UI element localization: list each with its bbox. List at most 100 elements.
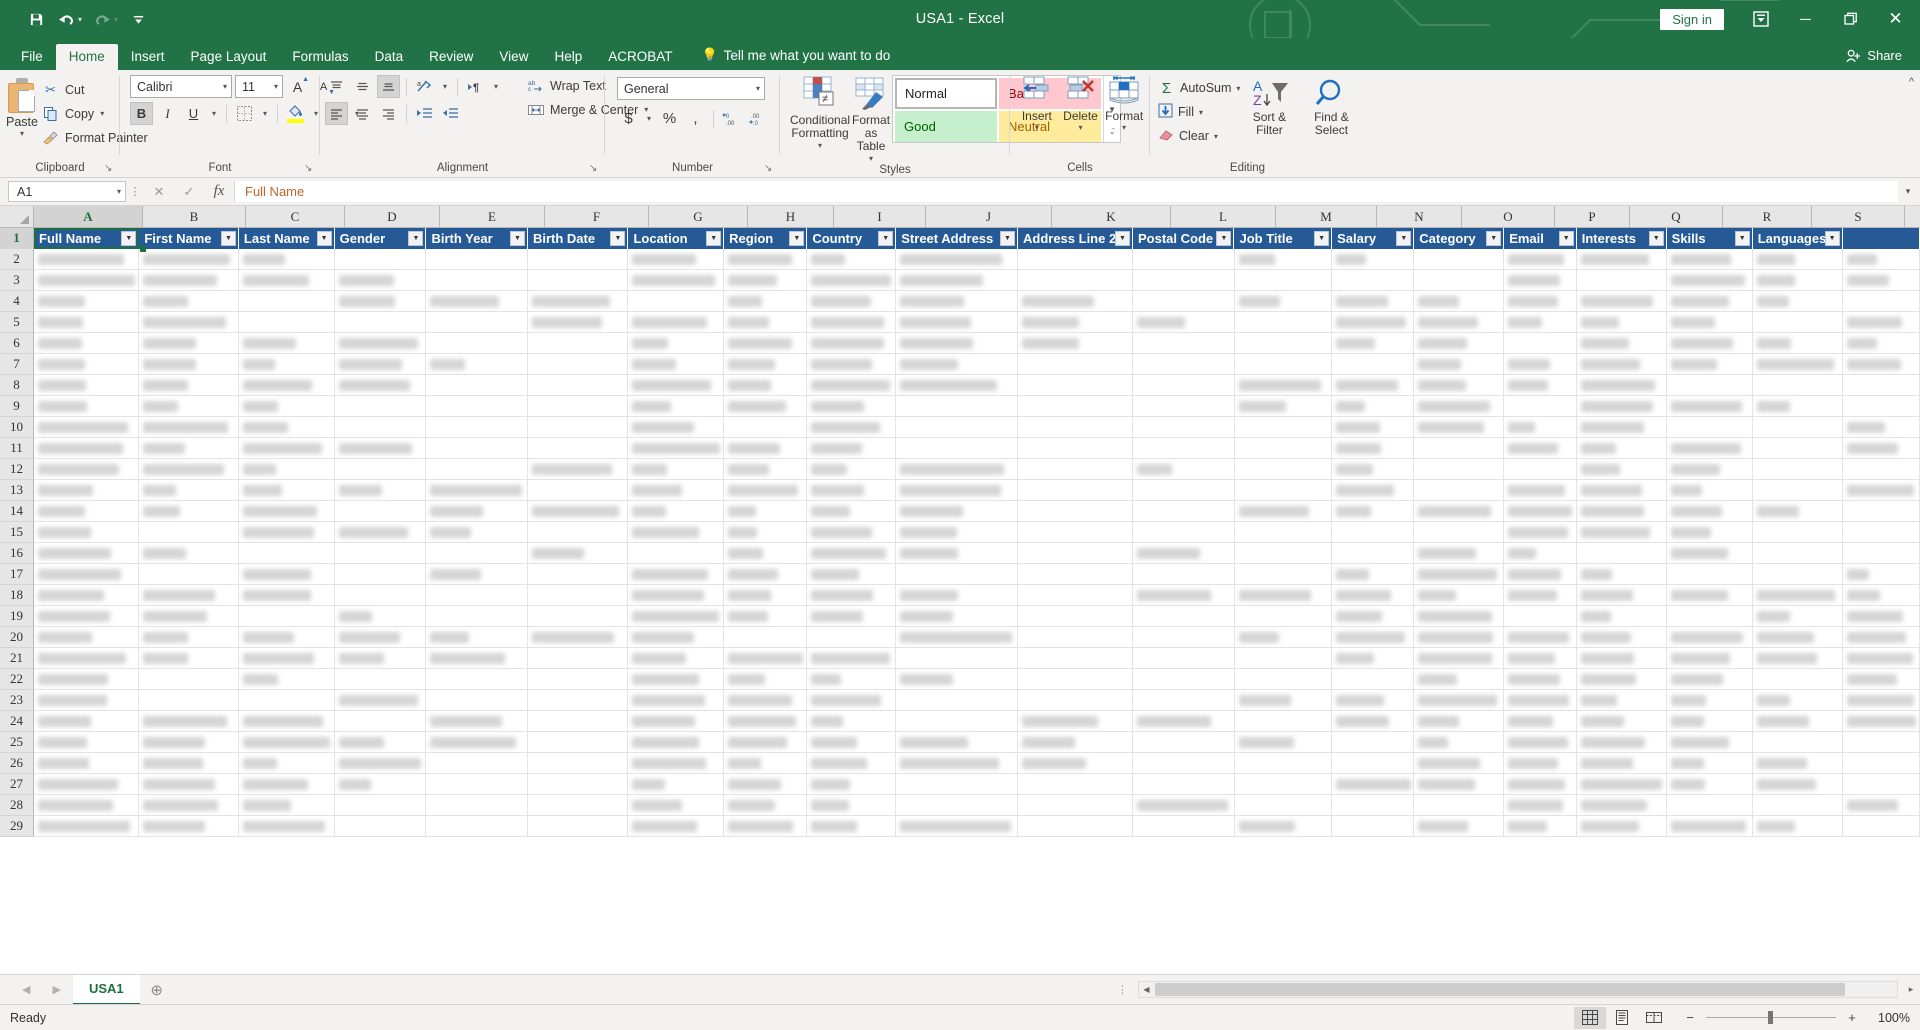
cell-F11[interactable] xyxy=(528,438,629,458)
cell-D19[interactable] xyxy=(335,606,427,626)
cell-K28[interactable] xyxy=(1018,795,1134,815)
header-cell-F1[interactable]: Birth Date ▼ xyxy=(527,228,629,249)
cell-P14[interactable] xyxy=(1504,501,1577,521)
cell-M7[interactable] xyxy=(1235,354,1333,374)
cell-O4[interactable] xyxy=(1414,291,1505,311)
cell-C6[interactable] xyxy=(239,333,335,353)
scroll-right-icon[interactable]: ▸ xyxy=(1902,984,1920,995)
cell-H4[interactable] xyxy=(724,291,808,311)
cell-A8[interactable] xyxy=(34,375,140,395)
cell-I21[interactable] xyxy=(807,648,897,668)
cell-J17[interactable] xyxy=(896,564,1019,584)
cell-P29[interactable] xyxy=(1504,816,1577,836)
cell-F10[interactable] xyxy=(528,417,629,437)
cell-P20[interactable] xyxy=(1504,627,1577,647)
cell-S7[interactable] xyxy=(1753,354,1843,374)
cell-O18[interactable] xyxy=(1414,585,1505,605)
row-header-20[interactable]: 20 xyxy=(0,627,34,648)
table-row[interactable] xyxy=(34,375,1920,396)
cell-I3[interactable] xyxy=(807,270,897,290)
cell-Q11[interactable] xyxy=(1577,438,1667,458)
column-header-N[interactable]: N xyxy=(1377,206,1462,228)
cell-S15[interactable] xyxy=(1753,522,1843,542)
cell-S8[interactable] xyxy=(1753,375,1843,395)
cell-P13[interactable] xyxy=(1504,480,1577,500)
cell-R15[interactable] xyxy=(1667,522,1753,542)
cell-S6[interactable] xyxy=(1753,333,1843,353)
table-row[interactable] xyxy=(34,312,1920,333)
table-row[interactable] xyxy=(34,648,1920,669)
insert-dropdown-caret[interactable]: ▾ xyxy=(1035,123,1039,132)
cell-G18[interactable] xyxy=(628,585,725,605)
cell-O6[interactable] xyxy=(1414,333,1505,353)
cell-F26[interactable] xyxy=(528,753,629,773)
cell-partial-9[interactable] xyxy=(1843,396,1920,416)
cell-I17[interactable] xyxy=(807,564,897,584)
cell-F9[interactable] xyxy=(528,396,629,416)
cell-O21[interactable] xyxy=(1414,648,1505,668)
cell-N16[interactable] xyxy=(1332,543,1415,563)
delete-cells-button[interactable]: Delete ▾ xyxy=(1060,75,1102,132)
chevron-down-icon[interactable]: ▾ xyxy=(750,84,760,93)
cell-S10[interactable] xyxy=(1753,417,1843,437)
cell-partial-14[interactable] xyxy=(1843,501,1920,521)
cell-R21[interactable] xyxy=(1667,648,1753,668)
cell-Q19[interactable] xyxy=(1577,606,1667,626)
cell-B3[interactable] xyxy=(139,270,239,290)
cell-R17[interactable] xyxy=(1667,564,1753,584)
cell-P5[interactable] xyxy=(1504,312,1577,332)
header-cell-P1[interactable]: Email ▼ xyxy=(1504,228,1577,249)
table-row[interactable] xyxy=(34,690,1920,711)
cell-M27[interactable] xyxy=(1235,774,1333,794)
cell-Q13[interactable] xyxy=(1577,480,1667,500)
cell-L18[interactable] xyxy=(1133,585,1235,605)
chevron-down-icon[interactable]: ▾ xyxy=(117,187,121,196)
cell-H11[interactable] xyxy=(724,438,808,458)
cell-C25[interactable] xyxy=(239,732,335,752)
cell-partial-23[interactable] xyxy=(1843,690,1920,710)
cell-I10[interactable] xyxy=(807,417,897,437)
cell-H12[interactable] xyxy=(724,459,808,479)
cell-N24[interactable] xyxy=(1332,711,1415,731)
paste-dropdown-caret[interactable]: ▾ xyxy=(20,129,24,138)
cell-R16[interactable] xyxy=(1667,543,1753,563)
cell-O14[interactable] xyxy=(1414,501,1505,521)
font-dialog-launcher[interactable]: ↘ xyxy=(304,163,315,174)
cell-H5[interactable] xyxy=(724,312,808,332)
row-header-15[interactable]: 15 xyxy=(0,522,34,543)
cell-D16[interactable] xyxy=(335,543,427,563)
font-name-combo[interactable]: Calibri ▾ xyxy=(130,75,232,98)
cell-M21[interactable] xyxy=(1235,648,1333,668)
cell-H22[interactable] xyxy=(724,669,808,689)
cell-N5[interactable] xyxy=(1332,312,1415,332)
cell-E2[interactable] xyxy=(426,249,528,269)
cell-R5[interactable] xyxy=(1667,312,1753,332)
cell-G16[interactable] xyxy=(628,543,725,563)
cell-F4[interactable] xyxy=(528,291,629,311)
underline-dropdown-caret[interactable]: ▾ xyxy=(208,102,220,125)
cell-partial-18[interactable] xyxy=(1843,585,1920,605)
cell-D13[interactable] xyxy=(335,480,427,500)
cell-B9[interactable] xyxy=(139,396,239,416)
undo-dropdown-caret[interactable]: ▾ xyxy=(78,15,82,24)
cell-B26[interactable] xyxy=(139,753,239,773)
column-header-E[interactable]: E xyxy=(440,206,545,228)
tab-help[interactable]: Help xyxy=(541,44,595,71)
cell-C17[interactable] xyxy=(239,564,335,584)
next-sheet-icon[interactable]: ▶ xyxy=(52,983,60,996)
cell-G7[interactable] xyxy=(628,354,725,374)
cell-R25[interactable] xyxy=(1667,732,1753,752)
cell-K18[interactable] xyxy=(1018,585,1134,605)
cell-C11[interactable] xyxy=(239,438,335,458)
cell-B15[interactable] xyxy=(139,522,239,542)
cell-R18[interactable] xyxy=(1667,585,1753,605)
cell-Q24[interactable] xyxy=(1577,711,1667,731)
cell-D15[interactable] xyxy=(335,522,427,542)
cell-Q21[interactable] xyxy=(1577,648,1667,668)
table-row[interactable] xyxy=(34,291,1920,312)
cell-N8[interactable] xyxy=(1332,375,1415,395)
fill-dropdown-caret[interactable]: ▾ xyxy=(1199,108,1203,117)
cell-G28[interactable] xyxy=(628,795,725,815)
zoom-slider[interactable] xyxy=(1706,1011,1836,1024)
cell-S17[interactable] xyxy=(1753,564,1843,584)
